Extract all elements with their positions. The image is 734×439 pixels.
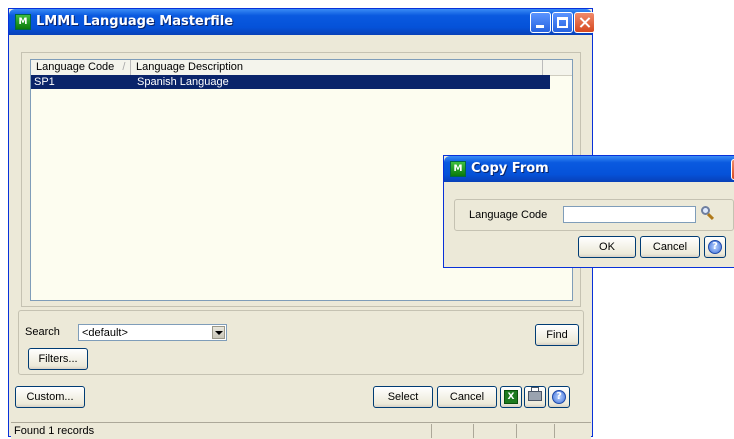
- excel-icon: X: [504, 390, 518, 404]
- language-code-label: Language Code: [469, 209, 548, 221]
- column-header-language-code[interactable]: Language Code /: [31, 60, 131, 75]
- column-label: Language Code: [36, 61, 115, 73]
- cell-language-code: SP1: [34, 76, 55, 88]
- status-cell: [554, 424, 555, 438]
- filters-button[interactable]: Filters...: [28, 348, 88, 370]
- app-icon: M: [15, 14, 31, 30]
- help-button[interactable]: ?: [548, 386, 570, 408]
- dialog-title: Copy From: [471, 161, 549, 176]
- status-cell: [473, 424, 474, 438]
- ok-button-label: OK: [599, 241, 615, 253]
- dialog-help-button[interactable]: ?: [704, 236, 726, 258]
- table-row[interactable]: SP1 Spanish Language: [31, 75, 550, 89]
- status-cell: [431, 424, 432, 438]
- search-panel: Search <default> Find Filters...: [18, 310, 584, 375]
- dialog-cancel-button[interactable]: Cancel: [640, 236, 700, 258]
- printer-icon: [528, 387, 542, 401]
- app-icon: M: [450, 161, 466, 177]
- help-icon: ?: [708, 240, 722, 254]
- status-cell: [516, 424, 517, 438]
- search-dropdown[interactable]: <default>: [78, 324, 227, 341]
- custom-button-label: Custom...: [26, 391, 74, 403]
- status-bar: Found 1 records: [11, 422, 591, 439]
- list-header: Language Code / Language Description: [31, 60, 572, 76]
- column-header-language-description[interactable]: Language Description: [131, 60, 543, 75]
- chevron-down-icon[interactable]: [212, 326, 225, 339]
- cancel-button[interactable]: Cancel: [437, 386, 497, 408]
- custom-button[interactable]: Custom...: [15, 386, 85, 408]
- export-excel-button[interactable]: X: [500, 386, 522, 408]
- dialog-cancel-button-label: Cancel: [652, 241, 688, 253]
- language-code-input[interactable]: [563, 206, 696, 223]
- column-label: Language Description: [136, 61, 244, 73]
- ok-button[interactable]: OK: [578, 236, 636, 258]
- maximize-button[interactable]: [552, 12, 573, 33]
- search-label: Search: [25, 326, 60, 338]
- cancel-button-label: Cancel: [449, 391, 485, 403]
- select-button-label: Select: [387, 391, 419, 403]
- select-button[interactable]: Select: [373, 386, 433, 408]
- help-icon: ?: [552, 390, 566, 404]
- dialog-field-group: Language Code: [454, 199, 734, 231]
- filters-button-label: Filters...: [38, 353, 78, 365]
- find-button-label: Find: [546, 329, 568, 341]
- lookup-icon[interactable]: [700, 205, 716, 221]
- dialog-title-bar[interactable]: M Copy From: [444, 156, 734, 182]
- close-button[interactable]: [574, 12, 595, 33]
- copy-from-dialog: M Copy From Language Code OK Cancel ?: [443, 155, 734, 268]
- search-dropdown-value: <default>: [82, 327, 128, 339]
- cell-language-description: Spanish Language: [137, 76, 229, 88]
- find-button[interactable]: Find: [535, 324, 579, 346]
- status-text: Found 1 records: [14, 425, 95, 437]
- title-bar[interactable]: M LMML Language Masterfile: [9, 9, 595, 35]
- window-title: LMML Language Masterfile: [36, 14, 234, 29]
- sort-indicator-icon: /: [122, 61, 126, 73]
- print-button[interactable]: [524, 386, 546, 408]
- minimize-button[interactable]: [530, 12, 551, 33]
